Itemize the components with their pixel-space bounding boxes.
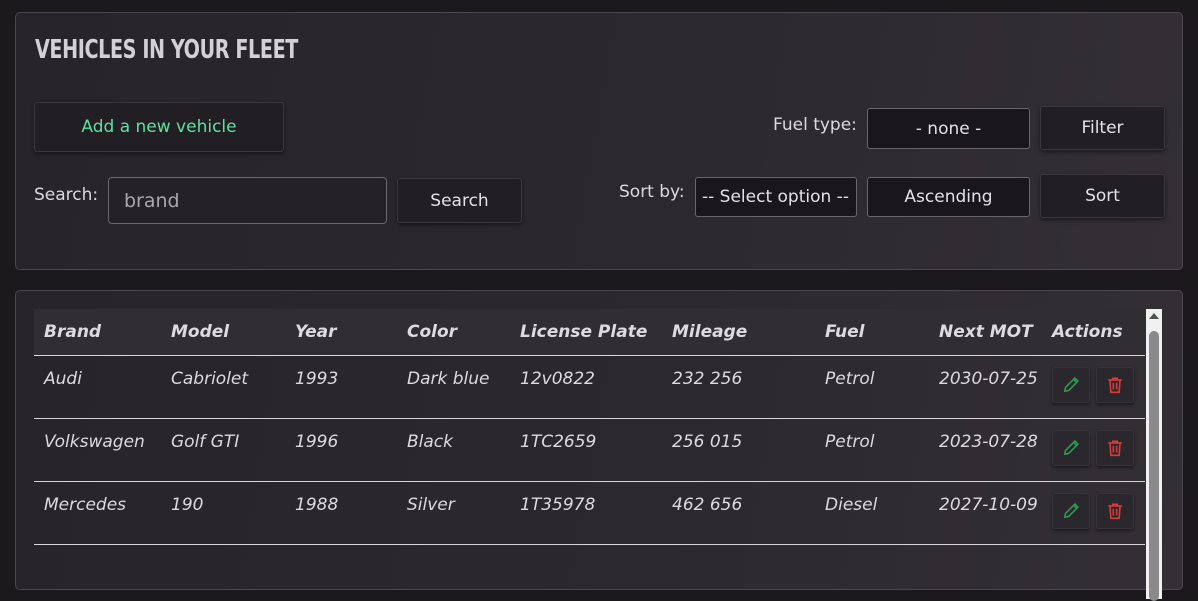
search-button[interactable]: Search: [397, 178, 522, 223]
delete-button[interactable]: [1096, 367, 1134, 403]
cell-fuel: Diesel: [815, 481, 929, 545]
column-header-year[interactable]: Year: [285, 309, 397, 356]
search-label: Search:: [34, 185, 99, 205]
cell-year: 1996: [285, 418, 397, 482]
vehicles-table: Brand Model Year Color License Plate Mil…: [34, 309, 1145, 545]
fleet-controls-panel: VEHICLES IN YOUR FLEET Add a new vehicle…: [15, 12, 1183, 270]
cell-brand: Mercedes: [34, 481, 161, 545]
fuel-type-select[interactable]: - none -: [867, 108, 1030, 149]
cell-mileage: 462 656: [662, 481, 815, 545]
scroll-up-arrow-icon[interactable]: [1149, 313, 1159, 319]
cell-model: Golf GTI: [161, 418, 285, 482]
cell-brand: Volkswagen: [34, 418, 161, 482]
edit-button[interactable]: [1052, 493, 1090, 529]
sort-by-select[interactable]: -- Select option --: [695, 177, 857, 217]
cell-color: Silver: [397, 481, 510, 545]
table-row: Audi Cabriolet 1993 Dark blue 12v0822 23…: [34, 355, 1145, 419]
delete-button[interactable]: [1096, 493, 1134, 529]
sort-order-select[interactable]: Ascending: [867, 177, 1030, 217]
column-header-brand[interactable]: Brand: [34, 309, 161, 356]
sort-by-label: Sort by:: [619, 182, 685, 202]
cell-brand: Audi: [34, 355, 161, 419]
scrollbar-thumb[interactable]: [1149, 331, 1159, 601]
cell-color: Dark blue: [397, 355, 510, 419]
table-row: Volkswagen Golf GTI 1996 Black 1TC2659 2…: [34, 418, 1145, 482]
pencil-icon: [1063, 439, 1080, 456]
pencil-icon: [1063, 502, 1080, 519]
trash-icon: [1108, 377, 1122, 394]
cell-model: 190: [161, 481, 285, 545]
column-header-color[interactable]: Color: [397, 309, 510, 356]
page-title: VEHICLES IN YOUR FLEET: [35, 35, 298, 65]
column-header-mileage[interactable]: Mileage: [662, 309, 815, 356]
column-header-next-mot[interactable]: Next MOT: [929, 309, 1042, 356]
table-header-row: Brand Model Year Color License Plate Mil…: [34, 309, 1145, 356]
cell-color: Black: [397, 418, 510, 482]
cell-next-mot: 2027-10-09: [929, 481, 1042, 545]
cell-mileage: 256 015: [662, 418, 815, 482]
column-header-license-plate[interactable]: License Plate: [510, 309, 662, 356]
filter-button[interactable]: Filter: [1040, 106, 1165, 150]
cell-mileage: 232 256: [662, 355, 815, 419]
add-vehicle-button[interactable]: Add a new vehicle: [34, 102, 284, 152]
cell-next-mot: 2023-07-28: [929, 418, 1042, 482]
cell-fuel: Petrol: [815, 418, 929, 482]
sort-button[interactable]: Sort: [1040, 174, 1165, 218]
trash-icon: [1108, 503, 1122, 520]
vehicles-table-panel: Brand Model Year Color License Plate Mil…: [15, 290, 1183, 601]
trash-icon: [1108, 440, 1122, 457]
table-scrollbar[interactable]: [1146, 309, 1162, 601]
cell-year: 1993: [285, 355, 397, 419]
cell-license-plate: 1T35978: [510, 481, 662, 545]
cell-fuel: Petrol: [815, 355, 929, 419]
cell-actions: [1042, 481, 1145, 545]
edit-button[interactable]: [1052, 430, 1090, 466]
column-header-model[interactable]: Model: [161, 309, 285, 356]
cell-actions: [1042, 355, 1145, 419]
cell-year: 1988: [285, 481, 397, 545]
cell-license-plate: 12v0822: [510, 355, 662, 419]
search-input[interactable]: brand: [108, 177, 387, 224]
delete-button[interactable]: [1096, 430, 1134, 466]
cell-next-mot: 2030-07-25: [929, 355, 1042, 419]
cell-model: Cabriolet: [161, 355, 285, 419]
table-row: Mercedes 190 1988 Silver 1T35978 462 656…: [34, 481, 1145, 545]
edit-button[interactable]: [1052, 367, 1090, 403]
fuel-type-label: Fuel type:: [773, 115, 857, 135]
column-header-fuel[interactable]: Fuel: [815, 309, 929, 356]
column-header-actions: Actions: [1042, 309, 1145, 356]
cell-actions: [1042, 418, 1145, 482]
pencil-icon: [1063, 376, 1080, 393]
cell-license-plate: 1TC2659: [510, 418, 662, 482]
